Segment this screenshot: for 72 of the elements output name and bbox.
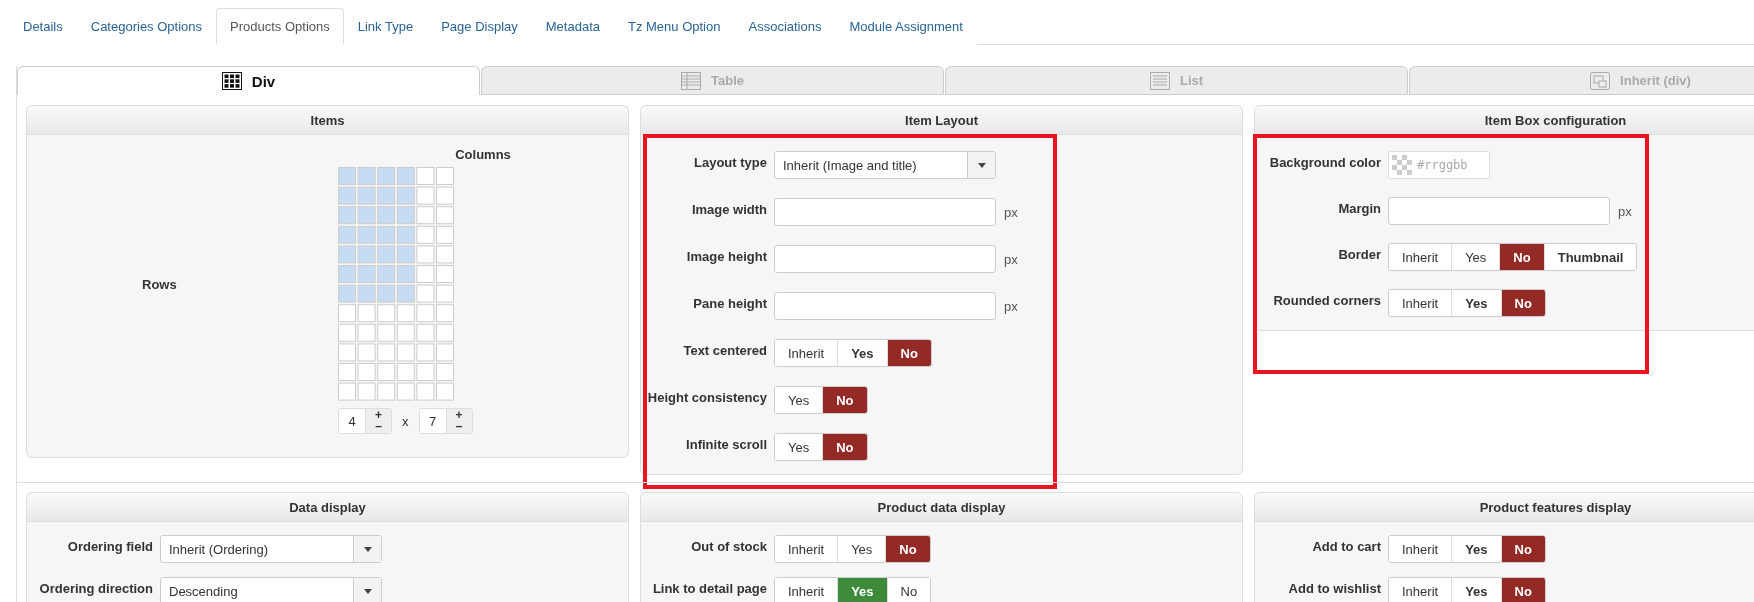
list-icon xyxy=(1149,71,1170,90)
input-field[interactable] xyxy=(774,245,996,273)
view-tab[interactable]: Div xyxy=(17,66,480,95)
toggle-option[interactable]: No xyxy=(887,340,931,366)
input-field[interactable] xyxy=(774,292,996,320)
input-field[interactable] xyxy=(774,198,996,226)
decrement-button[interactable]: – xyxy=(455,421,463,432)
toggle-option[interactable]: No xyxy=(1501,536,1545,562)
caret-icon xyxy=(363,588,372,594)
toggle-option[interactable]: Inherit xyxy=(775,578,839,602)
panel-title: Item Box configuration xyxy=(1255,106,1754,135)
field-label: Ordering direction xyxy=(39,580,153,596)
increment-button[interactable]: + xyxy=(455,410,463,421)
select-field[interactable]: Inherit (Image and title) xyxy=(774,151,996,179)
toggle-option[interactable]: Inherit xyxy=(775,340,839,366)
toggle-option[interactable]: No xyxy=(823,434,867,460)
columns-label: Columns xyxy=(454,147,512,164)
unit-label: px xyxy=(1004,204,1018,220)
field-label: Infinite scroll xyxy=(686,436,767,452)
grid-icon xyxy=(221,72,242,90)
toggle-option[interactable]: No xyxy=(886,536,930,562)
toggle-option[interactable]: Inherit xyxy=(1389,578,1453,602)
window-icon xyxy=(1590,71,1611,90)
field-label: Margin xyxy=(1338,200,1381,216)
times-sign: x xyxy=(402,413,409,429)
unit-label: px xyxy=(1618,203,1632,219)
field-label: Text centered xyxy=(683,342,767,358)
field-label: Add to cart xyxy=(1312,538,1381,554)
toggle-option[interactable]: Yes xyxy=(775,387,824,413)
field-label: Rounded corners xyxy=(1273,292,1381,308)
field-label: Ordering field xyxy=(67,538,153,554)
field-label: Layout type xyxy=(694,154,767,170)
table-icon xyxy=(681,71,701,90)
select-field[interactable]: Inherit (Ordering) xyxy=(160,535,382,563)
toggle-option[interactable]: No xyxy=(1501,578,1545,602)
panel-title: Product data display xyxy=(641,493,1242,522)
field-label: Add to wishlist xyxy=(1288,580,1381,596)
select-field[interactable]: Descending xyxy=(160,577,382,602)
toggle-option[interactable]: Inherit xyxy=(1389,290,1453,316)
field-label: Image height xyxy=(686,248,767,264)
unit-label: px xyxy=(1004,298,1018,314)
toggle-option[interactable]: No xyxy=(823,387,867,413)
field-label: Height consistency xyxy=(647,389,767,405)
decrement-button[interactable]: – xyxy=(375,421,382,432)
caret-icon xyxy=(363,546,372,552)
field-label: Background color xyxy=(1269,154,1381,170)
rows-label: Rows xyxy=(142,277,178,292)
toggle-option[interactable]: No xyxy=(1500,244,1545,270)
panel-title: Data display xyxy=(27,493,628,522)
increment-button[interactable]: + xyxy=(375,410,383,421)
columns-spinner[interactable]: 4 + – xyxy=(338,408,393,434)
rows-spinner[interactable]: 7 + – xyxy=(418,408,473,434)
input-field[interactable] xyxy=(1388,197,1610,225)
panel-title: Item Layout xyxy=(641,106,1242,135)
panel-title: Items xyxy=(27,106,628,135)
toggle-option[interactable]: Inherit xyxy=(1389,536,1453,562)
toggle-option[interactable]: Inherit xyxy=(1389,244,1453,270)
toggle-option[interactable]: Inherit xyxy=(775,536,839,562)
tab[interactable]: Products Options xyxy=(216,8,344,45)
field-label: Image width xyxy=(691,201,767,217)
checkerboard-icon xyxy=(1392,155,1412,175)
field-label: Border xyxy=(1338,246,1381,262)
field-label: Pane height xyxy=(693,295,767,311)
toggle-option[interactable]: No xyxy=(1501,290,1545,316)
unit-label: px xyxy=(1004,251,1018,267)
caret-icon xyxy=(977,162,986,168)
panel-title: Product features display xyxy=(1255,493,1754,522)
toggle-option[interactable]: Yes xyxy=(838,578,888,602)
field-label: Out of stock xyxy=(691,538,767,554)
toggle-option[interactable]: Yes xyxy=(775,434,824,460)
field-label: Link to detail page xyxy=(652,580,767,596)
grid-picker-drawing[interactable] xyxy=(338,167,456,402)
